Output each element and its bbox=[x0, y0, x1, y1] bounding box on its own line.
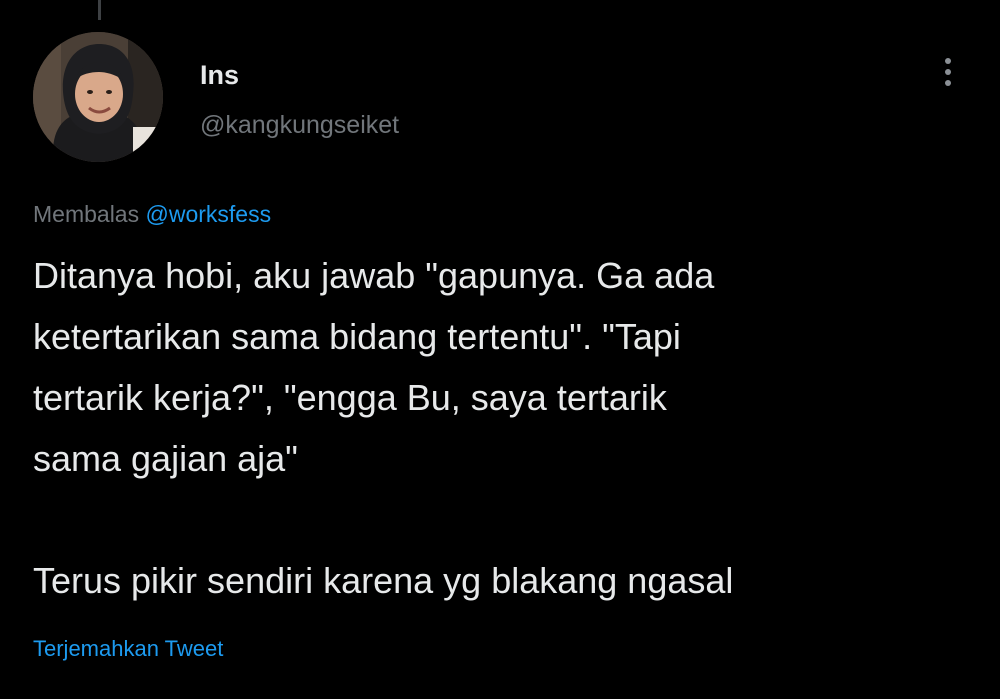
more-options-button[interactable] bbox=[930, 52, 966, 92]
tweet-text-line: Ditanya hobi, aku jawab "gapunya. Ga ada bbox=[33, 255, 715, 296]
tweet-text-line: tertarik kerja?", "engga Bu, saya tertar… bbox=[33, 377, 667, 418]
user-handle[interactable]: @kangkungseiket bbox=[200, 109, 399, 141]
more-vertical-icon bbox=[945, 58, 951, 64]
replying-to: Membalas @worksfess bbox=[33, 199, 271, 229]
avatar[interactable] bbox=[33, 32, 163, 162]
tweet-text-line: Terus pikir sendiri karena yg blakang ng… bbox=[33, 560, 734, 601]
more-vertical-icon-dot bbox=[945, 80, 951, 86]
display-name[interactable]: Ins bbox=[200, 58, 239, 92]
tweet-text-line: ketertarikan sama bidang tertentu". "Tap… bbox=[33, 316, 681, 357]
more-vertical-icon-dot bbox=[945, 69, 951, 75]
reply-mention-link[interactable]: @worksfess bbox=[146, 201, 272, 227]
avatar-image bbox=[33, 32, 163, 162]
tweet-text: Ditanya hobi, aku jawab "gapunya. Ga ada… bbox=[33, 245, 973, 611]
replying-to-label: Membalas bbox=[33, 201, 140, 227]
tweet-text-line: sama gajian aja" bbox=[33, 438, 298, 479]
thread-connector-line bbox=[98, 0, 101, 20]
translate-tweet-link[interactable]: Terjemahkan Tweet bbox=[33, 634, 223, 664]
